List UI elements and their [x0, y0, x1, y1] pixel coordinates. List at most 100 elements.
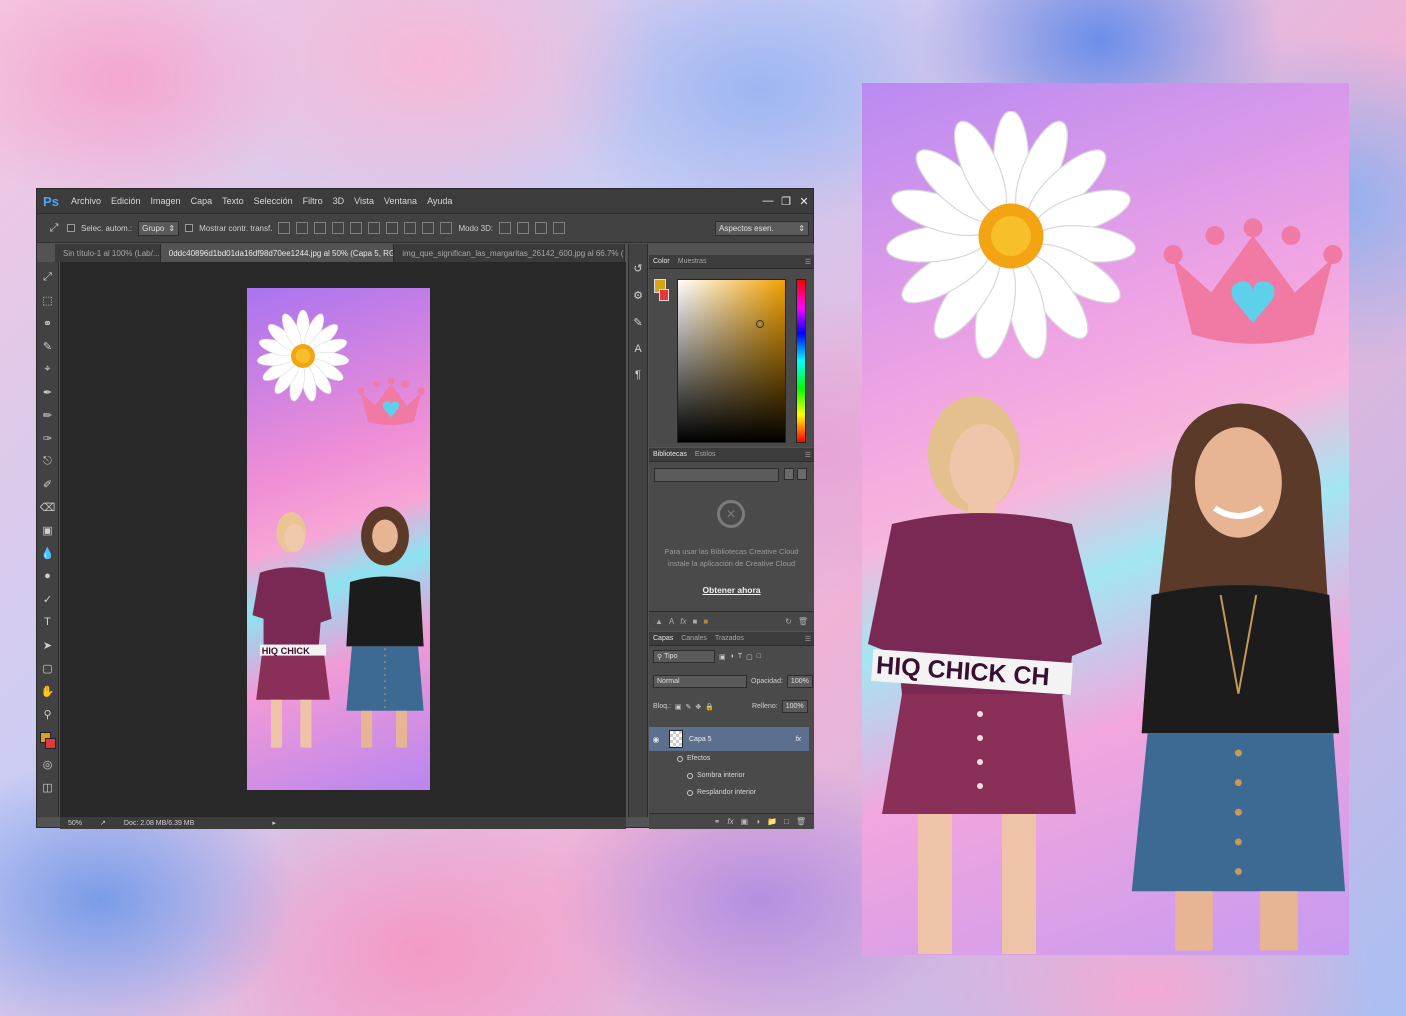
canvas-area[interactable]: HIQ CHICK	[60, 262, 626, 817]
brush-tool-icon[interactable]: ✑	[41, 429, 55, 447]
menu-ayuda[interactable]: Ayuda	[422, 196, 457, 206]
roll-3d-icon[interactable]	[517, 222, 530, 234]
align-center-icon[interactable]	[350, 222, 363, 234]
auto-select-checkbox[interactable]	[67, 224, 75, 232]
export-icon[interactable]: ↗	[100, 819, 106, 827]
brush-settings-icon[interactable]: ✎	[633, 316, 642, 329]
effect-row-inner-shadow[interactable]: Sombra interior	[687, 772, 745, 779]
align-bottom-icon[interactable]	[314, 222, 327, 234]
dodge-tool-icon[interactable]: ●	[41, 567, 55, 585]
menu-ventana[interactable]: Ventana	[379, 196, 422, 206]
tab-channels[interactable]: Canales	[681, 635, 707, 642]
menu-filtro[interactable]: Filtro	[298, 196, 328, 206]
menu-seleccion[interactable]: Selección	[249, 196, 298, 206]
tab-libraries[interactable]: Bibliotecas	[653, 451, 687, 458]
marquee-tool-icon[interactable]: ⬚	[41, 291, 55, 309]
fx-icon[interactable]: fx	[796, 736, 801, 743]
align-right-icon[interactable]	[368, 222, 381, 234]
rotate-3d-icon[interactable]	[499, 222, 512, 234]
history-icon[interactable]: ↺	[633, 262, 642, 275]
rectangle-tool-icon[interactable]: ▢	[41, 659, 55, 677]
show-transform-checkbox[interactable]	[185, 224, 194, 232]
zoom-level[interactable]: 50%	[68, 820, 82, 827]
status-arrow-icon[interactable]: ▸	[272, 819, 276, 827]
add-text-style-icon[interactable]: A	[669, 617, 674, 626]
pan-3d-icon[interactable]	[535, 222, 548, 234]
menu-archivo[interactable]: Archivo	[66, 196, 106, 206]
eraser-tool-icon[interactable]: ⌫	[40, 498, 56, 516]
get-now-link[interactable]: Obtener ahora	[649, 585, 814, 595]
effect-visibility-icon[interactable]	[677, 755, 683, 762]
add-graphic-icon[interactable]: ▲	[655, 617, 663, 626]
tab-layers[interactable]: Capas	[653, 635, 673, 642]
history-brush-tool-icon[interactable]: ✐	[41, 475, 55, 493]
tab-document-1[interactable]: Sin título-1 al 100% (Lab/...×	[55, 244, 161, 262]
layer-row-capa-5[interactable]: ◉ Capa 5 fx	[649, 727, 809, 751]
menu-imagen[interactable]: Imagen	[146, 196, 186, 206]
new-layer-icon[interactable]: □	[784, 817, 789, 826]
hand-tool-icon[interactable]: ✋	[41, 682, 55, 700]
effect-row-inner-glow[interactable]: Resplandor interior	[687, 789, 756, 796]
align-middle-icon[interactable]	[296, 222, 309, 234]
panel-menu-icon[interactable]: ☰	[805, 635, 811, 643]
color-picker-field[interactable]	[677, 279, 786, 443]
layer-filter-dropdown[interactable]: ⚲ Tipo	[653, 650, 715, 663]
delete-layer-icon[interactable]: 🗑	[796, 817, 806, 826]
eyedropper-tool-icon[interactable]: ✒	[41, 383, 55, 401]
tab-styles[interactable]: Estilos	[695, 451, 716, 458]
lock-position-icon[interactable]: ✥	[695, 703, 701, 711]
effect-visibility-icon[interactable]	[687, 772, 693, 779]
align-top-icon[interactable]	[278, 222, 291, 234]
menu-texto[interactable]: Texto	[217, 196, 249, 206]
sync-icon[interactable]: ↻	[785, 617, 792, 626]
tab-document-3[interactable]: img_que_significan_las_margaritas_26142_…	[394, 244, 625, 262]
background-color-swatch[interactable]	[659, 289, 669, 301]
gradient-tool-icon[interactable]: ▣	[41, 521, 55, 539]
distribute-middle-icon[interactable]	[404, 222, 417, 234]
library-dropdown[interactable]	[654, 468, 779, 482]
add-mask-icon[interactable]: ▣	[741, 817, 749, 826]
layer-name[interactable]: Capa 5	[689, 736, 712, 743]
screen-mode-icon[interactable]: ◫	[41, 778, 55, 796]
filter-adjustment-icon[interactable]: ◑	[730, 653, 734, 660]
lock-transparent-icon[interactable]: ▣	[675, 703, 682, 711]
quick-mask-icon[interactable]: ◎	[41, 755, 55, 773]
tab-color[interactable]: Color	[653, 258, 670, 265]
filter-shape-icon[interactable]: ▢	[746, 653, 753, 661]
new-group-icon[interactable]: 📁	[767, 817, 777, 826]
list-view-icon[interactable]	[797, 468, 807, 480]
eye-icon[interactable]: ◉	[649, 735, 663, 744]
foreground-background-swatches[interactable]	[39, 732, 56, 750]
filter-pixel-icon[interactable]: ▣	[719, 653, 726, 661]
menu-capa[interactable]: Capa	[186, 196, 218, 206]
tab-document-2[interactable]: 0ddc40896d1bd01da16df98d70ee1244.jpg al …	[160, 244, 395, 262]
new-adjustment-icon[interactable]: ◑	[755, 817, 760, 826]
document-canvas[interactable]: HIQ CHICK	[247, 288, 430, 790]
hue-slider[interactable]	[796, 279, 806, 443]
healing-brush-tool-icon[interactable]: ✏	[41, 406, 55, 424]
effects-row[interactable]: Efectos	[677, 755, 710, 762]
lasso-tool-icon[interactable]: ⚭	[41, 314, 55, 332]
distribute-top-icon[interactable]	[386, 222, 399, 234]
auto-select-dropdown[interactable]: Grupo ⇕	[138, 220, 180, 236]
move-tool-icon[interactable]: ⤢	[41, 268, 55, 286]
panel-menu-icon[interactable]: ☰	[805, 258, 811, 266]
lock-all-icon[interactable]: 🔒	[705, 703, 714, 711]
workspace-dropdown[interactable]: Aspectos esen. ⇕	[715, 220, 809, 236]
add-style-icon[interactable]: fx	[727, 817, 733, 826]
opacity-field[interactable]: 100%	[786, 675, 813, 688]
effect-visibility-icon[interactable]	[687, 789, 693, 796]
pen-tool-icon[interactable]: ✓	[41, 590, 55, 608]
menu-3d[interactable]: 3D	[328, 196, 350, 206]
fill-field[interactable]: 100%	[781, 700, 808, 713]
delete-icon[interactable]: 🗑	[798, 617, 808, 626]
distribute-bottom-icon[interactable]	[422, 222, 435, 234]
minimize-icon[interactable]: —	[759, 192, 777, 210]
blur-tool-icon[interactable]: 💧	[41, 544, 55, 562]
color-picker-ring[interactable]	[756, 320, 764, 328]
background-color-swatch[interactable]	[44, 738, 56, 749]
slide-3d-icon[interactable]	[553, 222, 566, 234]
properties-icon[interactable]: ⚙	[633, 289, 643, 302]
auto-align-icon[interactable]	[440, 222, 453, 234]
zoom-tool-icon[interactable]: ⚲	[41, 705, 55, 723]
